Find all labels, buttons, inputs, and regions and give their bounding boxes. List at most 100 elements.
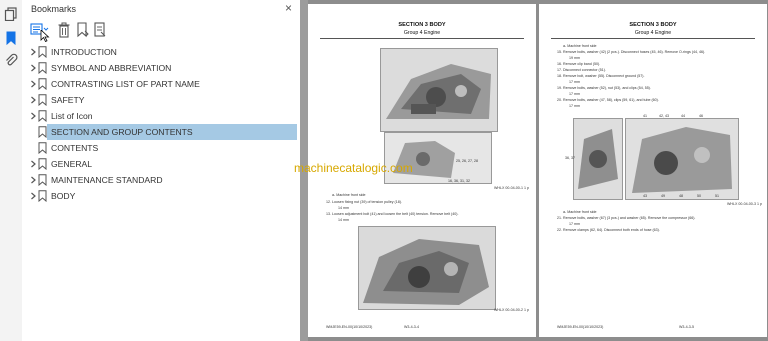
figure-reference: WHLX 00-04-00-2 1 p <box>494 308 529 312</box>
bookmark-label: CONTENTS <box>51 143 99 153</box>
callout-label: 48 <box>679 194 683 198</box>
step-text: 12. Loosen fixing nut (39) of tension pu… <box>326 200 402 204</box>
callout-label: 49 <box>661 194 665 198</box>
page-group-title: Group 4 Engine <box>403 30 441 36</box>
step-text: 19. Remove bolts, washer (52), nut (53),… <box>557 86 651 90</box>
step-text: 18. Remove bolt, washer (55). Disconnect… <box>557 74 645 78</box>
bookmark-icon <box>38 126 47 138</box>
torque-spec: 17 mm <box>569 92 580 96</box>
callout-label: 41 <box>643 114 647 118</box>
bookmark-label: CONTRASTING LIST OF PART NAME <box>51 79 200 89</box>
callout-label: 46 <box>699 114 703 118</box>
bookmark-label: SAFETY <box>51 95 85 105</box>
bookmark-icon <box>38 158 47 170</box>
step-text: 22. Remove clamps (62, 64). Disconnect b… <box>557 228 660 232</box>
tool-rail <box>0 0 23 341</box>
callout-label: 42, 43 <box>659 114 669 118</box>
panel-title: Bookmarks <box>31 4 77 14</box>
torque-spec: 19 mm <box>569 56 580 60</box>
delete-bookmark-icon[interactable] <box>57 22 71 38</box>
chevron-right-icon[interactable] <box>28 175 38 185</box>
bookmark-icon <box>38 46 47 58</box>
callout-label: 36, 37 <box>565 156 575 160</box>
step-text: 21. Remove bolts, washer (67) (3 pcs.) a… <box>557 216 696 220</box>
bookmark-item[interactable]: SECTION AND GROUP CONTENTS <box>22 124 300 140</box>
chevron-right-icon[interactable] <box>28 47 38 57</box>
page-footer-left: WMJE59-EN-00(10/10/2023) <box>557 325 604 329</box>
header-rule <box>320 38 524 39</box>
callout-label: 16, 36, 31, 32 <box>448 179 470 183</box>
bookmarks-panel: Bookmarks × INTRODUCTION SYMBOL AND ABBR… <box>22 0 301 341</box>
bookmark-icon <box>38 62 47 74</box>
page-number: W3-4-3-4 <box>404 325 419 329</box>
bookmark-label: SYMBOL AND ABBREVIATION <box>51 63 172 73</box>
expand-bookmark-icon[interactable] <box>93 22 107 38</box>
chevron-right-icon[interactable] <box>28 63 38 73</box>
page-footer-left: WMJE59-EN-00(10/10/2023) <box>326 325 373 329</box>
bookmark-item[interactable]: INTRODUCTION <box>22 44 300 60</box>
callout-label: 43 <box>643 194 647 198</box>
bookmark-label: GENERAL <box>51 159 93 169</box>
close-icon[interactable]: × <box>285 1 292 15</box>
bookmark-label: List of Icon <box>51 111 93 121</box>
bookmark-item[interactable]: SAFETY <box>22 92 300 108</box>
bookmark-label: MAINTENANCE STANDARD <box>51 175 163 185</box>
header-rule <box>551 38 755 39</box>
step-text: 16. Remove clip band (50). <box>557 62 601 66</box>
page-section-title: SECTION 3 BODY <box>629 22 677 28</box>
document-page-right: SECTION 3 BODY Group 4 Engine a- Machine… <box>539 4 767 337</box>
step-text: a- Machine front side <box>563 44 597 48</box>
chevron-right-icon[interactable] <box>28 79 38 89</box>
figure-reference: WHLX 00-04-00-3 1 p <box>727 202 762 206</box>
bookmark-icon <box>38 190 47 202</box>
bookmark-panel-icon[interactable] <box>4 31 18 45</box>
page-section-title: SECTION 3 BODY <box>398 22 446 28</box>
attachment-icon[interactable] <box>4 53 18 67</box>
bookmark-item[interactable]: GENERAL <box>22 156 300 172</box>
step-text: a- Machine front side <box>332 193 366 197</box>
detail-drawing <box>385 133 491 183</box>
copy-pages-icon[interactable] <box>4 7 18 21</box>
torque-spec: 17 mm <box>569 222 580 226</box>
chevron-right-icon[interactable] <box>28 95 38 105</box>
step-text: 20. Remove bolts, washer (47, 58), clips… <box>557 98 659 102</box>
torque-spec: 14 mm <box>338 206 349 210</box>
bookmark-label: BODY <box>51 191 76 201</box>
step-text: 17. Disconnect connector (51). <box>557 68 606 72</box>
bookmark-item[interactable]: List of Icon <box>22 108 300 124</box>
bookmark-icon <box>38 110 47 122</box>
torque-spec: 17 mm <box>569 80 580 84</box>
bookmark-item[interactable]: SYMBOL AND ABBREVIATION <box>22 60 300 76</box>
step-text: 15. Remove bolts, washer (42) (2 pcs.). … <box>557 50 706 54</box>
step-text: a- Machine front side <box>563 210 597 214</box>
bookmark-item[interactable]: CONTENTS <box>22 140 300 156</box>
chevron-right-icon[interactable] <box>28 191 38 201</box>
chevron-right-icon[interactable] <box>28 159 38 169</box>
torque-spec: 14 mm <box>338 218 349 222</box>
step-text: 13. Loosen adjustment bolt (41) and loos… <box>326 212 459 216</box>
bookmark-label: INTRODUCTION <box>51 47 117 57</box>
bookmark-label: SECTION AND GROUP CONTENTS <box>51 127 193 137</box>
bookmark-item[interactable]: MAINTENANCE STANDARD <box>22 172 300 188</box>
bookmark-item[interactable]: BODY <box>22 188 300 204</box>
bookmark-icon <box>38 94 47 106</box>
engine-illustration <box>380 48 498 132</box>
callout-label: 25, 26, 27, 28 <box>456 159 478 163</box>
compressor-illustration <box>625 118 739 200</box>
bookmark-icon <box>38 174 47 186</box>
bookmark-item[interactable]: CONTRASTING LIST OF PART NAME <box>22 76 300 92</box>
callout-label: 50 <box>697 194 701 198</box>
new-bookmark-icon[interactable] <box>76 22 90 38</box>
bookmark-icon <box>38 142 47 154</box>
bookmark-icon <box>38 78 47 90</box>
figure-reference: WHLX 00-04-00-1 1 p <box>494 186 529 190</box>
cursor-icon <box>40 30 50 42</box>
callout-label: 44 <box>681 114 685 118</box>
page-number: W3-4-3-5 <box>679 325 694 329</box>
callout-label: 51 <box>715 194 719 198</box>
watermark: machinecatalogic.com <box>294 161 413 175</box>
engine-drawing <box>381 49 497 131</box>
chevron-right-icon[interactable] <box>28 111 38 121</box>
front-illustration <box>573 118 623 200</box>
front-drawing <box>574 119 622 199</box>
